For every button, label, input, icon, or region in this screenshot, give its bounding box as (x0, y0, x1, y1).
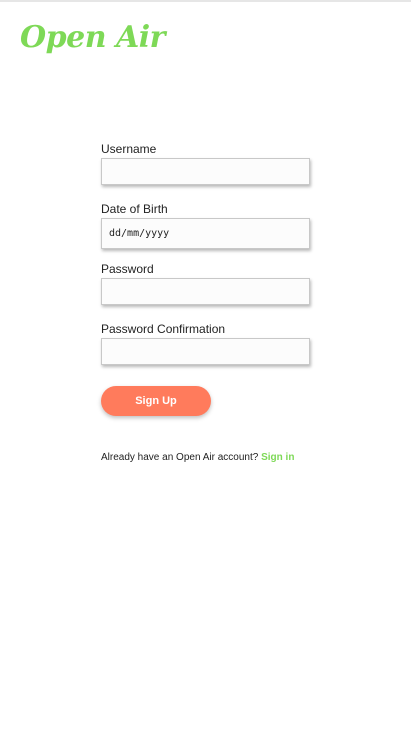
password-field-group: Password (101, 262, 310, 321)
username-label: Username (101, 142, 157, 156)
signin-prompt: Already have an Open Air account? Sign i… (101, 452, 294, 463)
sign-in-link[interactable]: Sign in (261, 452, 294, 463)
sign-up-button[interactable]: Sign Up (101, 386, 211, 416)
signup-form: Username Date of Birth Password Password… (101, 141, 310, 381)
username-field-group: Username (101, 142, 310, 201)
dob-input[interactable] (101, 218, 310, 249)
dob-field-group: Date of Birth (101, 202, 310, 261)
username-input[interactable] (101, 158, 310, 185)
app-logo: Open Air (20, 20, 165, 55)
password-label: Password (101, 262, 154, 276)
password-input[interactable] (101, 278, 310, 305)
password-confirm-input[interactable] (101, 338, 310, 365)
signin-prompt-text: Already have an Open Air account? (101, 452, 259, 463)
password-confirm-field-group: Password Confirmation (101, 322, 310, 381)
top-border (0, 0, 411, 2)
dob-label: Date of Birth (101, 202, 168, 216)
password-confirm-label: Password Confirmation (101, 322, 226, 336)
